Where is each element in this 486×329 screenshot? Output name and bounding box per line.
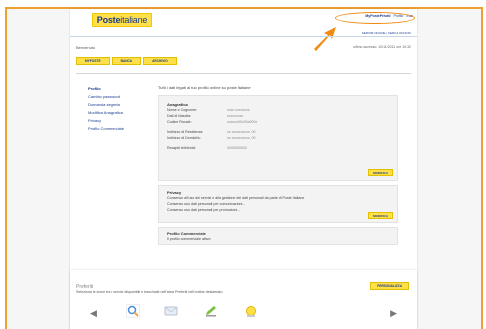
globe-icon[interactable]: [244, 304, 258, 318]
nav-archivio[interactable]: ARCHIVIO: [143, 57, 177, 65]
modifica-anagrafica-button[interactable]: MODIFICA: [368, 169, 393, 176]
nav-banca[interactable]: BANCA: [111, 57, 142, 65]
carousel-next-icon[interactable]: ▶: [390, 308, 397, 318]
sidebar-item-modifica-anagrafica[interactable]: Modifica Anagrafica: [88, 109, 148, 117]
sidebar-item-domanda-segreta[interactable]: Domanda segreta: [88, 101, 148, 109]
nav-myposte[interactable]: MYPOSTE: [76, 57, 110, 65]
main-nav: MYPOSTE BANCA ARCHIVIO: [76, 57, 177, 65]
anagrafica-row-telefono: Recapiti telefonici: 0000000000: [167, 146, 247, 150]
commerciale-section: Profilo Commerciale Il profilo commercia…: [158, 227, 398, 245]
sidebar-item-profilo-commerciale[interactable]: Profilo Commerciale: [88, 125, 148, 133]
sidebar-item-profilo[interactable]: Profilo: [88, 85, 148, 93]
poste-italiane-logo[interactable]: Poste italiane: [92, 13, 152, 27]
annotation-highlight-circle: [335, 12, 415, 24]
preferiti-panel: Preferiti Seleziona le icone tra i servi…: [70, 270, 417, 329]
commerciale-status: Il profilo commerciale attivo: [167, 237, 211, 241]
sub-links[interactable]: SERVIZI ONLINE | CERCA UFFICIO: [362, 31, 411, 35]
anagrafica-section: Anagrafica Nome e Cognome: xxxx xxxxxxxx…: [158, 95, 398, 181]
intro-text: Tutti i dati legati al tuo profilo onlin…: [158, 85, 251, 90]
modifica-privacy-button[interactable]: MODIFICA: [368, 212, 393, 219]
last-access-text: ultimo accesso: 10/11/2011 ore 10:32: [353, 45, 411, 49]
sidebar-item-cambio-password[interactable]: Cambio password: [88, 93, 148, 101]
carousel-prev-icon[interactable]: ◀: [90, 308, 97, 318]
privacy-line: Consenso uso dati personali per promozio…: [167, 208, 241, 212]
sidebar: Profilo Cambio password Domanda segreta …: [88, 85, 148, 133]
header-divider: [70, 36, 417, 37]
annotation-arrow-icon: [314, 27, 336, 51]
nav-divider: [76, 73, 411, 74]
envelope-icon[interactable]: [164, 304, 178, 318]
welcome-text: Benvenuto: [76, 45, 96, 50]
personalizza-button[interactable]: PERSONALIZZA: [370, 282, 409, 290]
search-icon[interactable]: [126, 304, 140, 318]
pencil-icon[interactable]: [204, 304, 218, 318]
privacy-section: Privacy Consenso all'uso dei servizi e a…: [158, 185, 398, 223]
preferiti-description: Seleziona le icone tra i servizi disponi…: [76, 290, 224, 294]
sidebar-item-privacy[interactable]: Privacy: [88, 117, 148, 125]
